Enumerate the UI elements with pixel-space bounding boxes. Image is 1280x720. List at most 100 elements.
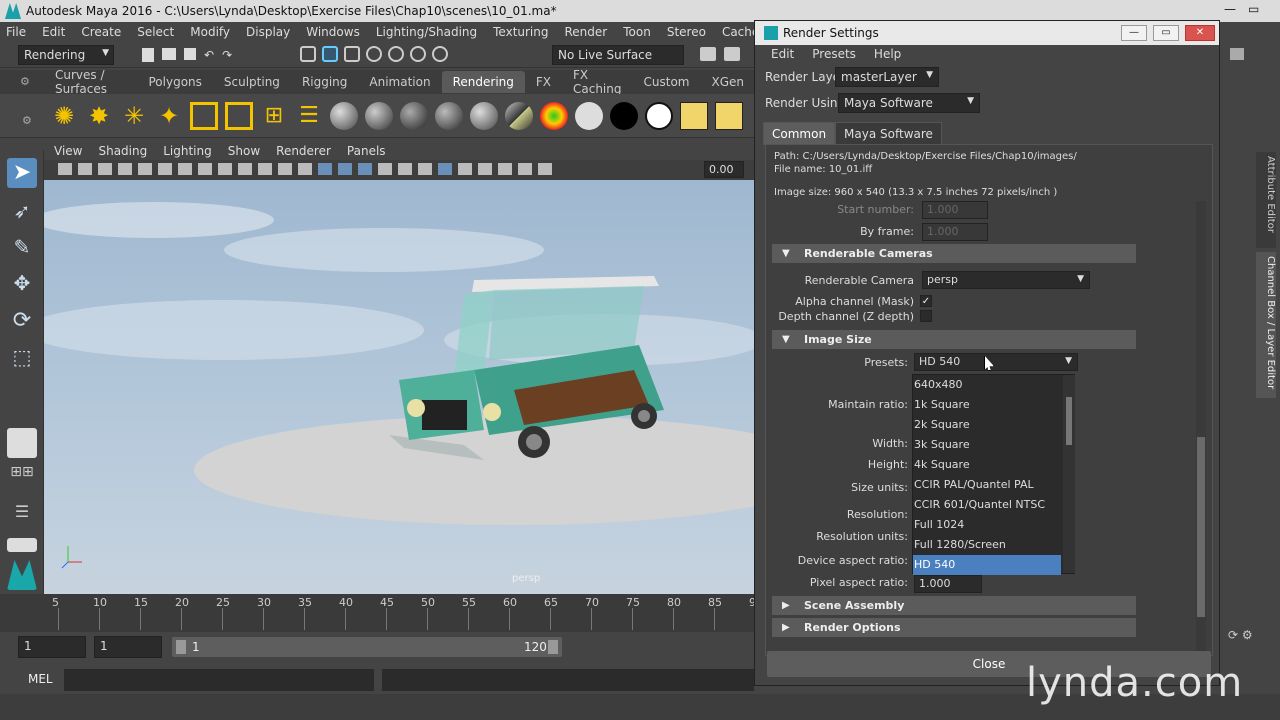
rotate-tool-icon[interactable]: ⟳ [7, 306, 37, 336]
current-time-field[interactable]: 1 [94, 636, 162, 658]
menu-select[interactable]: Select [137, 25, 174, 39]
menuset-dropdown[interactable]: Rendering ▼ [18, 45, 114, 65]
preset-option[interactable]: 1k Square [913, 395, 1061, 415]
render-layer-dropdown[interactable]: masterLayer ▼ [835, 67, 939, 87]
layered-shader-icon[interactable] [505, 102, 533, 130]
viewport-toolbar-icons[interactable] [58, 163, 698, 177]
shading-group-icon[interactable]: ☰ [295, 102, 323, 130]
preset-option[interactable]: Full 1024 [913, 515, 1061, 535]
new-scene-icon[interactable] [142, 48, 154, 62]
command-input[interactable] [64, 669, 374, 691]
viewport-menu-shading[interactable]: Shading [98, 144, 147, 158]
side-tab-attribute-editor[interactable]: Attribute Editor [1256, 152, 1276, 248]
preset-option[interactable]: 4k Square [913, 455, 1061, 475]
viewport-menu-show[interactable]: Show [228, 144, 260, 158]
undo-icon[interactable]: ↶ [204, 48, 214, 62]
render-settings-titlebar[interactable]: Render Settings — ▭ ✕ [755, 21, 1219, 45]
spot-light-icon[interactable]: ✦ [155, 102, 183, 130]
menu-edit[interactable]: Edit [42, 25, 65, 39]
render-icon[interactable] [724, 47, 740, 61]
menu-file[interactable]: File [6, 25, 26, 39]
viewport-menu-view[interactable]: View [54, 144, 82, 158]
white-sphere-icon[interactable] [575, 102, 603, 130]
perspective-viewport[interactable] [44, 180, 755, 594]
time-slider[interactable]: 5 10 15 20 25 30 35 40 45 50 55 60 65 70 75 80 85 9 [0, 594, 756, 632]
preset-option[interactable]: Full 1280/Screen [913, 535, 1061, 555]
pixel-aspect-field[interactable]: 1.000 [914, 575, 982, 593]
point-light-icon[interactable]: ✳ [120, 102, 148, 130]
file-icons[interactable]: ↶ ↷ [142, 48, 250, 62]
tab-common[interactable]: Common [763, 122, 836, 145]
lasso-tool-icon[interactable]: ➶ [7, 196, 37, 226]
scale-tool-icon[interactable]: ⬚ [7, 342, 37, 372]
rs-maximize-button[interactable]: ▭ [1153, 25, 1179, 41]
blinn-icon[interactable] [330, 102, 358, 130]
range-bar[interactable]: 1 120 [172, 637, 562, 657]
layout-menu-icon[interactable] [7, 538, 37, 552]
directional-light-icon[interactable]: ✺ [50, 102, 78, 130]
ambient-light-icon[interactable] [225, 102, 253, 130]
white-sphere-outline-icon[interactable] [645, 102, 673, 130]
side-tab-channel-box[interactable]: Channel Box / Layer Editor [1256, 252, 1276, 398]
outliner-layout-icon[interactable]: ☰ [7, 502, 37, 532]
section-renderable-cameras[interactable]: ▼ Renderable Cameras [772, 244, 1136, 263]
surface-shader-icon[interactable] [540, 102, 568, 130]
rs-menu-presets[interactable]: Presets [812, 47, 856, 61]
move-tool-icon[interactable]: ✥ [7, 268, 37, 298]
presets-dropdown[interactable]: HD 540 ▼ [914, 353, 1078, 371]
section-render-options[interactable]: ▶ Render Options [772, 618, 1136, 637]
shelf-tab-sculpting[interactable]: Sculpting [213, 71, 291, 93]
start-number-field[interactable]: 1.000 [922, 201, 988, 219]
live-surface-field[interactable]: No Live Surface [552, 45, 684, 65]
preset-option[interactable]: 3k Square [913, 435, 1061, 455]
tab-maya-software[interactable]: Maya Software [835, 122, 942, 145]
shelf-tab-fx[interactable]: FX [525, 71, 562, 93]
select-tool-icon[interactable]: ➤ [7, 158, 37, 188]
menu-modify[interactable]: Modify [190, 25, 230, 39]
ramp-shader-icon[interactable] [470, 102, 498, 130]
viewport-menu-lighting[interactable]: Lighting [163, 144, 212, 158]
volume-light-icon[interactable] [190, 102, 218, 130]
phong-icon[interactable] [400, 102, 428, 130]
menu-texturing[interactable]: Texturing [493, 25, 548, 39]
start-time-field[interactable]: 1 [18, 636, 86, 658]
four-pane-layout-icon[interactable]: ⊞⊞ [7, 464, 37, 492]
exposure-field[interactable]: 0.00 [704, 161, 744, 178]
menu-windows[interactable]: Windows [306, 25, 360, 39]
mel-label[interactable]: MEL [28, 672, 53, 686]
area-light-icon[interactable]: ✸ [85, 102, 113, 130]
render-using-dropdown[interactable]: Maya Software ▼ [838, 93, 980, 113]
selection-mask-icons[interactable] [300, 46, 540, 64]
save-scene-icon[interactable] [184, 48, 196, 60]
channel-box-icons[interactable]: ⟳ ⚙ [1228, 628, 1268, 642]
section-image-size[interactable]: ▼ Image Size [772, 330, 1136, 349]
viewport-menu-renderer[interactable]: Renderer [276, 144, 331, 158]
anisotropic-icon[interactable] [435, 102, 463, 130]
menu-render[interactable]: Render [565, 25, 608, 39]
menu-toon[interactable]: Toon [623, 25, 651, 39]
maya-home-icon[interactable] [7, 560, 37, 590]
render-settings-shelf-icon[interactable] [715, 102, 743, 130]
open-scene-icon[interactable] [162, 48, 176, 60]
minimize-button[interactable]: — [1224, 2, 1236, 16]
shelf-tab-polygons[interactable]: Polygons [137, 71, 212, 93]
shelf-tab-xgen[interactable]: XGen [700, 71, 755, 93]
dropdown-scrollbar[interactable] [1063, 375, 1075, 573]
redo-icon[interactable]: ↷ [222, 48, 232, 62]
shelf-tab-custom[interactable]: Custom [633, 71, 701, 93]
preset-option[interactable]: CCIR PAL/Quantel PAL [913, 475, 1061, 495]
shelf-tab-rigging[interactable]: Rigging [291, 71, 358, 93]
renderable-camera-dropdown[interactable]: persp ▼ [922, 271, 1090, 289]
hypershade-icon[interactable] [680, 102, 708, 130]
rs-close-icon[interactable]: ✕ [1185, 25, 1215, 41]
alpha-channel-checkbox[interactable]: ✓ [920, 295, 932, 307]
menu-stereo[interactable]: Stereo [667, 25, 706, 39]
maximize-button[interactable]: ▭ [1248, 2, 1259, 16]
depth-channel-checkbox[interactable] [920, 310, 932, 322]
shelf-tab-rendering[interactable]: Rendering [441, 71, 525, 93]
rs-menu-help[interactable]: Help [874, 47, 901, 61]
shelf-settings-icon[interactable]: ⚙ [20, 75, 30, 88]
viewport-menu-panels[interactable]: Panels [347, 144, 386, 158]
shelf-menu-icon[interactable]: ⚙ [22, 114, 32, 127]
rs-minimize-button[interactable]: — [1121, 25, 1147, 41]
